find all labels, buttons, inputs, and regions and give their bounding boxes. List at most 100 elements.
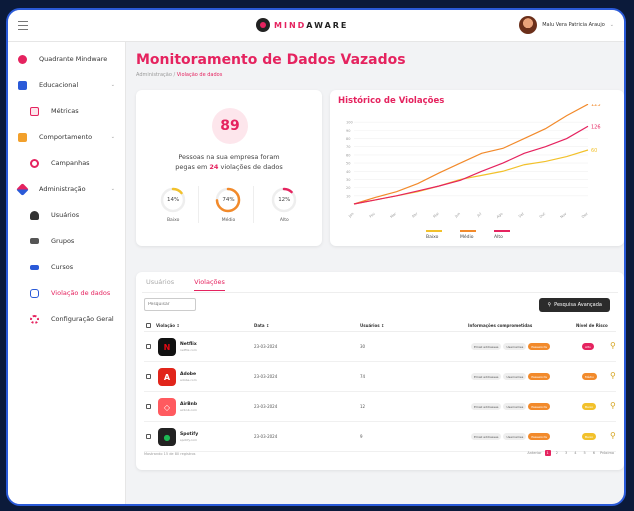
x-tick-label: Jan <box>347 212 354 219</box>
x-tick-label: Out <box>539 211 547 219</box>
records-count: Mostrando 15 de 80 registros <box>144 452 196 456</box>
logo: MINDAWARE <box>256 18 348 32</box>
series-end-label: 60 <box>591 148 597 154</box>
legend-medio[interactable]: Médio <box>460 230 476 240</box>
pager-page[interactable]: 4 <box>572 450 578 456</box>
gear-icon <box>30 314 39 324</box>
pager-page[interactable]: 5 <box>581 450 587 456</box>
chevron-down-icon: ⌄ <box>609 22 614 28</box>
netflix-logo-icon: N <box>158 338 176 356</box>
y-tick-label: 90 <box>346 129 350 133</box>
group-icon <box>30 238 39 244</box>
brain-icon <box>18 54 27 64</box>
sidebar-item-administracao[interactable]: Administração ⌄ <box>8 176 125 202</box>
sidebar: Quadrante Mindware Educacional ⌄ Métrica… <box>8 42 126 504</box>
advanced-search-button[interactable]: ⚲ Pesquisa Avançada <box>539 298 610 312</box>
magnifier-icon[interactable]: ⚲ <box>610 431 616 440</box>
sidebar-item-violacao[interactable]: Violação de dados <box>8 280 125 306</box>
sidebar-item-grupos[interactable]: Grupos <box>8 228 125 254</box>
chevron-down-icon: ⌄ <box>110 134 115 140</box>
row-checkbox[interactable] <box>146 344 151 349</box>
table-row[interactable]: N Netflix netflix.com 23-03-2024 30 Emai… <box>144 332 616 362</box>
sidebar-item-cursos[interactable]: Cursos <box>8 254 125 280</box>
magnifier-icon[interactable]: ⚲ <box>610 371 616 380</box>
chart-legend: Baixo Médio Alto <box>426 230 510 240</box>
x-tick-label: Nov <box>560 212 568 219</box>
menu-icon[interactable] <box>18 21 28 33</box>
layers-icon <box>16 182 29 196</box>
y-tick-label: 10 <box>346 194 350 198</box>
violations-table-card: Usuários Violações ⚲ Pesquisa Avançada V… <box>136 272 624 470</box>
magnifier-icon[interactable]: ⚲ <box>610 401 616 410</box>
sidebar-item-campanhas[interactable]: Campanhas <box>8 150 125 176</box>
user-name: Malu Vera Patricia Araujo <box>542 22 605 28</box>
avatar <box>519 16 538 34</box>
y-tick-label: 70 <box>346 145 350 149</box>
pager-page[interactable]: 1 <box>544 450 551 456</box>
gauge-baixo: 14% Baixo <box>149 186 199 223</box>
top-bar: MINDAWARE Malu Vera Patricia Araujo ⌄ <box>8 10 624 42</box>
risk-gauges: 14% Baixo 74% Médio 12% Alto <box>146 186 312 223</box>
row-checkbox[interactable] <box>146 404 151 409</box>
user-menu[interactable]: Malu Vera Patricia Araujo ⌄ <box>519 16 614 34</box>
pager-page[interactable]: 6 <box>591 450 597 456</box>
row-checkbox[interactable] <box>146 374 151 379</box>
pager-page[interactable]: 2 <box>554 450 560 456</box>
database-icon <box>30 288 39 298</box>
sidebar-item-comportamento[interactable]: Comportamento ⌄ <box>8 124 125 150</box>
x-tick-label: Ago <box>496 212 504 219</box>
graduation-cap-icon <box>30 264 39 270</box>
y-tick-label: 20 <box>346 186 350 190</box>
table-row[interactable]: ● Spotify spotify.com 23-03-2024 9 Email… <box>144 422 616 452</box>
series-line-alto <box>353 125 589 205</box>
sidebar-item-educacional[interactable]: Educacional ⌄ <box>8 72 125 98</box>
x-tick-label: Jul <box>476 212 483 218</box>
sidebar-item-metricas[interactable]: Métricas <box>8 98 125 124</box>
gauge-medio: 74% Médio <box>204 186 254 223</box>
history-chart-card: Histórico de Violações 10 20 30 40 50 60 70 80 9… <box>330 90 624 246</box>
chart-icon <box>30 106 39 116</box>
tab-usuarios[interactable]: Usuários <box>146 278 174 291</box>
x-tick-label: Mai <box>432 212 439 219</box>
book-icon <box>18 80 27 90</box>
risk-badge: Baixo <box>582 433 597 440</box>
sidebar-item-quadrante[interactable]: Quadrante Mindware <box>8 46 125 72</box>
legend-baixo[interactable]: Baixo <box>426 230 442 240</box>
chevron-down-icon: ⌄ <box>110 186 115 192</box>
chevron-down-icon: ⌄ <box>110 82 115 88</box>
megaphone-icon <box>18 132 27 142</box>
sidebar-item-usuarios[interactable]: Usuários <box>8 202 125 228</box>
y-tick-label: 100 <box>346 121 353 125</box>
user-icon <box>30 210 39 220</box>
risk-badge: Baixo <box>582 403 597 410</box>
app-window: MINDAWARE Malu Vera Patricia Araujo ⌄ Qu… <box>6 8 626 506</box>
pagination: Anterior 1 2 3 4 5 6 Próximo <box>527 450 614 456</box>
sidebar-item-configuracao[interactable]: Configuração Geral <box>8 306 125 332</box>
table-row[interactable]: ◇ AirBnb airbnb.com 23-03-2024 12 Email … <box>144 392 616 422</box>
series-line-médio <box>353 104 589 205</box>
legend-alto[interactable]: Alto <box>494 230 510 240</box>
table-row[interactable]: A Adobe adobe.com 23-03-2024 74 Email ad… <box>144 362 616 392</box>
tabs: Usuários Violações <box>146 278 225 291</box>
select-all-checkbox[interactable] <box>146 323 151 328</box>
page-title: Monitoramento de Dados Vazados <box>136 52 406 68</box>
history-chart: 10 20 30 40 50 60 70 80 90 100 Jan Fev Mar Abr Mai Jun J… <box>346 104 601 219</box>
target-icon <box>30 158 39 168</box>
search-input[interactable] <box>144 298 196 311</box>
magnifier-icon[interactable]: ⚲ <box>610 341 616 350</box>
key-icon: ⚲ <box>547 302 552 308</box>
tab-violacoes[interactable]: Violações <box>194 278 225 291</box>
pager-page[interactable]: 3 <box>563 450 569 456</box>
pager-next[interactable]: Próximo <box>600 451 614 455</box>
row-checkbox[interactable] <box>146 434 151 439</box>
x-tick-label: Jun <box>453 212 461 219</box>
risk-badge: Alto <box>582 343 594 350</box>
breadcrumb: Administração / Violação de dados <box>136 72 223 78</box>
logo-icon <box>256 18 270 32</box>
x-tick-label: Abr <box>411 211 419 218</box>
x-tick-label: Dez <box>581 212 589 219</box>
y-tick-label: 60 <box>346 153 350 157</box>
pager-prev[interactable]: Anterior <box>527 451 541 455</box>
summary-text: Pessoas na sua empresa foram pegas em 24… <box>175 153 283 171</box>
y-tick-label: 30 <box>346 178 350 182</box>
